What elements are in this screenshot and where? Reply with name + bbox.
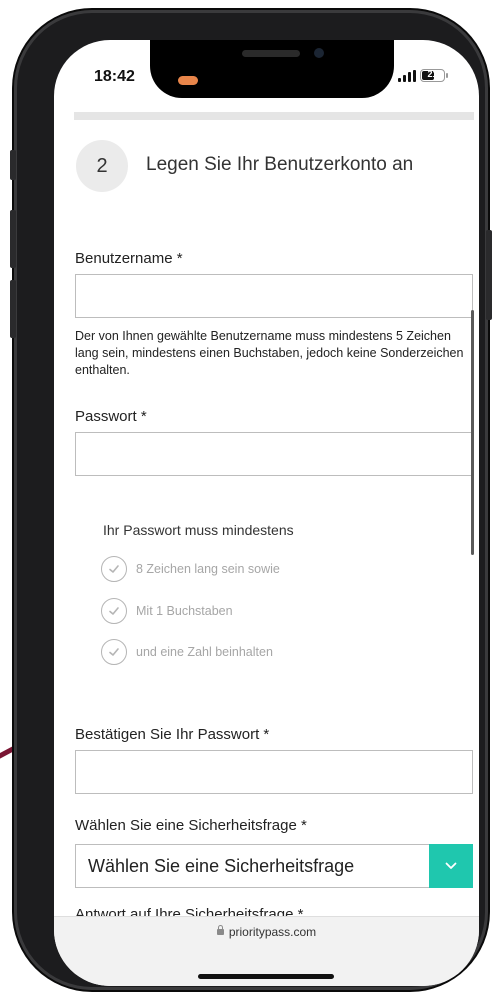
password-rules-title: Ihr Passwort muss mindestens (103, 522, 294, 538)
confirm-password-input[interactable] (75, 750, 473, 794)
phone-screen: 18:42 21 2 Legen Sie Ihr Benutzerkonto a… (54, 40, 479, 986)
status-indicator-icon (178, 76, 198, 85)
page-title: Legen Sie Ihr Benutzerkonto an (146, 154, 414, 175)
password-label: Passwort * (75, 408, 147, 425)
battery-level: 21 (427, 69, 438, 79)
phone-frame: 18:42 21 2 Legen Sie Ihr Benutzerkonto a… (10, 10, 492, 990)
username-input[interactable] (75, 274, 473, 318)
lock-icon (216, 924, 224, 935)
password-rule-text: und eine Zahl beinhalten (136, 645, 273, 659)
volume-down-button (10, 280, 16, 338)
signal-icon (398, 70, 416, 82)
notch (150, 40, 394, 98)
status-time: 18:42 (94, 68, 135, 85)
step-number: 2 (76, 140, 128, 192)
confirm-password-label: Bestätigen Sie Ihr Passwort * (75, 726, 270, 743)
scrollbar[interactable] (471, 310, 474, 555)
password-rule: 8 Zeichen lang sein sowie (101, 556, 280, 582)
progress-strip (74, 112, 474, 120)
username-help-text: Der von Ihnen gewählte Benutzername muss… (75, 329, 464, 377)
volume-up-button (10, 210, 16, 268)
security-question-select[interactable]: Wählen Sie eine Sicherheitsfrage (75, 844, 473, 888)
check-circle-icon (101, 598, 127, 624)
password-rule-text: Mit 1 Buchstaben (136, 604, 233, 618)
security-question-label: Wählen Sie eine Sicherheitsfrage * (75, 817, 307, 834)
dropdown-button[interactable] (429, 844, 473, 888)
username-label: Benutzername * (75, 250, 183, 267)
chevron-down-icon (445, 862, 457, 869)
speaker-grille (242, 50, 300, 57)
password-rule: Mit 1 Buchstaben (101, 598, 233, 624)
security-question-selected: Wählen Sie eine Sicherheitsfrage (88, 856, 355, 876)
check-circle-icon (101, 556, 127, 582)
battery-icon: 21 (420, 69, 448, 82)
home-indicator[interactable] (198, 974, 334, 979)
power-button (486, 230, 492, 320)
password-input[interactable] (75, 432, 473, 476)
url-text: prioritypass.com (228, 925, 317, 939)
password-rule: und eine Zahl beinhalten (101, 639, 273, 665)
camera-icon (314, 48, 324, 58)
password-rule-text: 8 Zeichen lang sein sowie (136, 562, 280, 576)
browser-bottom-bar: prioritypass.com (54, 916, 479, 986)
check-circle-icon (101, 639, 127, 665)
mute-switch (10, 150, 16, 180)
address-bar[interactable]: prioritypass.com (54, 924, 479, 939)
